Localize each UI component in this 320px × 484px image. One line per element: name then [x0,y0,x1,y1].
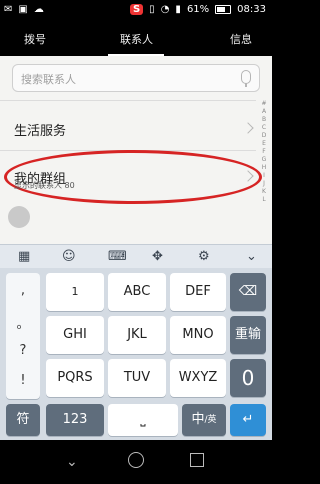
index-letter[interactable]: D [258,132,270,140]
home-icon[interactable] [128,452,144,468]
image-icon: ▣ [18,4,28,15]
chevron-right-icon [242,122,254,134]
battery-percent: 61% [186,4,210,15]
enter-button[interactable]: ↵ [230,404,266,436]
key-1[interactable]: 1 [46,273,104,311]
index-letter[interactable]: G [258,156,270,164]
keyboard-toolbar: ▦ ☺ ⌨ ✥ ⚙ ⌄ [0,244,272,269]
index-letter[interactable]: A [258,108,270,116]
mic-icon: ⎵ [140,412,146,427]
key-0[interactable]: 0 [230,359,266,397]
list-item-life-services[interactable]: 生活服务 [14,120,66,139]
punctuation-column[interactable]: , 。 ? ! [6,273,40,399]
t9-keyboard: , 。 ? ! 1 ABC DEF ⌫ GHI JKL MNO 重输 PQRS … [0,268,272,440]
symbol-button[interactable]: 符 [6,404,40,436]
contacts-panel: 搜索联系人 生活服务 我的群组 显示的联系人 80 # A B C D E F … [0,56,272,244]
index-letter[interactable]: E [258,140,270,148]
key-9[interactable]: WXYZ [170,359,226,397]
index-letter[interactable]: B [258,116,270,124]
emoji-icon[interactable]: ☺ [62,249,76,264]
battery-icon [215,5,232,14]
index-letter[interactable]: H [258,164,270,172]
divider [0,100,256,101]
clock: 08:33 [237,4,266,15]
signal-icon: ▮ [175,4,181,15]
gear-icon[interactable]: ⚙ [198,249,210,264]
index-letter[interactable]: L [258,196,270,204]
key-7[interactable]: PQRS [46,359,104,397]
space-button[interactable]: ⎵ [108,404,178,436]
email-icon: ✉ [4,4,13,15]
index-letter[interactable]: # [258,100,270,108]
back-chevron-icon[interactable]: ⌄ [66,454,78,470]
delete-button[interactable]: ⌫ [230,273,266,311]
alphabet-index[interactable]: # A B C D E F G H I J K L [258,100,270,204]
tab-messages[interactable]: 信息 [230,31,252,47]
app-badge: S [129,4,144,15]
tab-contacts[interactable]: 联系人 [120,31,153,47]
key-question[interactable]: ? [6,343,40,358]
index-letter[interactable]: I [258,172,270,180]
grid-icon[interactable]: ▦ [18,249,30,264]
numeric-mode-button[interactable]: 123 [46,404,104,436]
key-2[interactable]: ABC [108,273,166,311]
avatar[interactable] [8,206,30,228]
key-8[interactable]: TUV [108,359,166,397]
search-input[interactable]: 搜索联系人 [12,64,260,92]
wifi-icon: ◔ [160,4,170,15]
system-nav-bar: ⌄ [0,440,272,484]
status-bar: ✉ ▣ ☁ S ▯ ◔ ▮ 61% 08:33 [0,0,272,22]
mic-icon[interactable] [241,70,251,87]
key-period[interactable]: 。 [6,313,40,332]
tab-dialer[interactable]: 拨号 [24,31,46,47]
key-comma[interactable]: , [6,283,40,298]
recents-icon[interactable] [190,453,204,467]
key-3[interactable]: DEF [170,273,226,311]
tab-bar: 拨号 联系人 信息 [0,22,272,56]
cloud-icon: ☁ [33,4,44,15]
contacts-count: 显示的联系人 80 [14,181,75,190]
reenter-button[interactable]: 重输 [230,316,266,354]
index-letter[interactable]: F [258,148,270,156]
index-letter[interactable]: K [258,188,270,196]
search-placeholder: 搜索联系人 [21,73,76,86]
red-circle-annotation [4,150,262,204]
key-6[interactable]: MNO [170,316,226,354]
collapse-icon[interactable]: ⌄ [246,249,257,264]
cursor-move-icon[interactable]: ✥ [152,249,163,264]
key-exclaim[interactable]: ! [6,373,40,388]
vibrate-icon: ▯ [149,4,155,15]
key-5[interactable]: JKL [108,316,166,354]
key-4[interactable]: GHI [46,316,104,354]
index-letter[interactable]: J [258,180,270,188]
keyboard-icon[interactable]: ⌨ [108,249,127,264]
language-toggle-button[interactable]: 中 /英 [182,404,226,436]
index-letter[interactable]: C [258,124,270,132]
